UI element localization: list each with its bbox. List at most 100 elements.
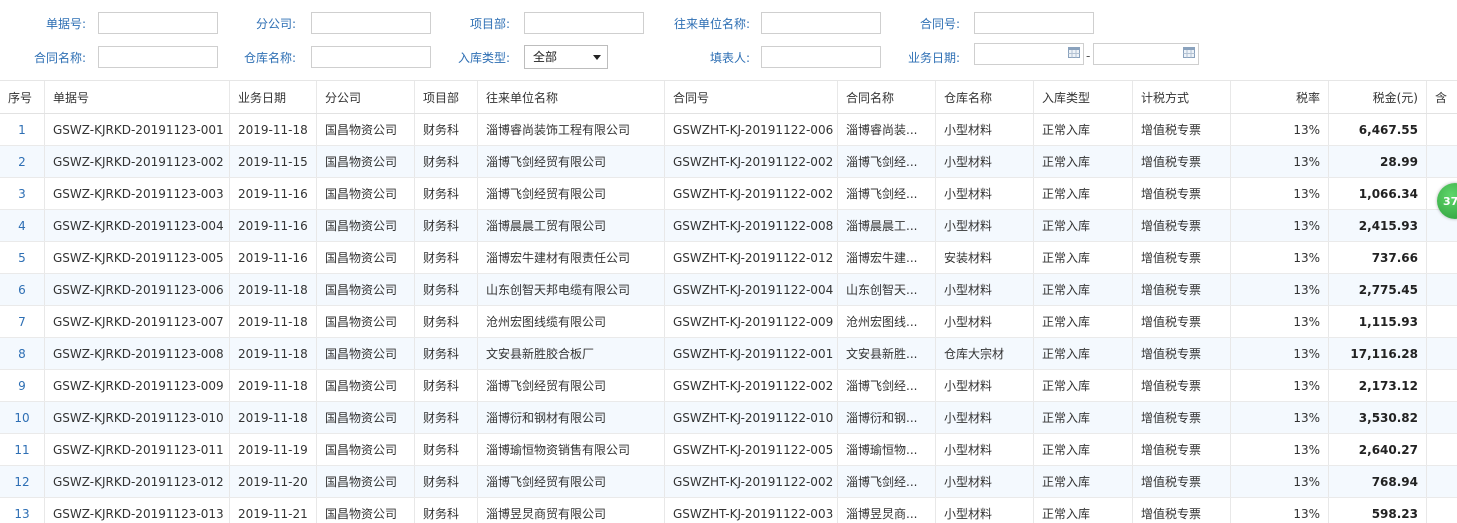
- cell-seq: 1: [0, 114, 45, 145]
- calendar-icon[interactable]: [1068, 47, 1080, 58]
- cell-biz-date: 2019-11-15: [230, 146, 317, 177]
- cell-seq: 11: [0, 434, 45, 465]
- cell-more: [1427, 338, 1457, 369]
- project-dept-input[interactable]: [524, 12, 644, 34]
- cell-tax-method: 增值税专票: [1133, 146, 1231, 177]
- table-row[interactable]: 1 GSWZ-KJRKD-20191123-001 2019-11-18 国昌物资公司…: [0, 114, 1457, 146]
- branch-input[interactable]: [311, 12, 431, 34]
- biz-date-label: 业务日期:: [907, 51, 960, 65]
- cell-warehouse: 小型材料: [936, 274, 1034, 305]
- cell-seq: 5: [0, 242, 45, 273]
- cell-tax-method: 增值税专票: [1133, 370, 1231, 401]
- cell-tax-method: 增值税专票: [1133, 178, 1231, 209]
- cell-warehouse: 小型材料: [936, 402, 1034, 433]
- cell-doc-no: GSWZ-KJRKD-20191123-003: [45, 178, 230, 209]
- cell-in-type: 正常入库: [1034, 306, 1133, 337]
- cell-biz-date: 2019-11-18: [230, 114, 317, 145]
- cell-biz-date: 2019-11-19: [230, 434, 317, 465]
- doc-no-input[interactable]: [98, 12, 218, 34]
- cell-warehouse: 仓库大宗材: [936, 338, 1034, 369]
- contract-no-input[interactable]: [974, 12, 1094, 34]
- col-header-in-type[interactable]: 入库类型: [1034, 81, 1133, 113]
- cell-in-type: 正常入库: [1034, 498, 1133, 523]
- cell-contract-name: 淄博飞剑经...: [838, 466, 936, 497]
- cell-more: [1427, 274, 1457, 305]
- cell-project-dept: 财务科: [415, 178, 478, 209]
- cell-biz-date: 2019-11-16: [230, 210, 317, 241]
- table-row[interactable]: 10 GSWZ-KJRKD-20191123-010 2019-11-18 国昌物资公…: [0, 402, 1457, 434]
- in-type-selected: 全部: [533, 50, 558, 64]
- cell-more: [1427, 466, 1457, 497]
- table-row[interactable]: 8 GSWZ-KJRKD-20191123-008 2019-11-18 国昌物资公司…: [0, 338, 1457, 370]
- cell-tax-method: 增值税专票: [1133, 274, 1231, 305]
- table-row[interactable]: 3 GSWZ-KJRKD-20191123-003 2019-11-16 国昌物资公司…: [0, 178, 1457, 210]
- biz-date-to[interactable]: [1093, 43, 1199, 65]
- col-header-warehouse[interactable]: 仓库名称: [936, 81, 1034, 113]
- col-header-contract-name[interactable]: 合同名称: [838, 81, 936, 113]
- table-row[interactable]: 12 GSWZ-KJRKD-20191123-012 2019-11-20 国昌物资公…: [0, 466, 1457, 498]
- cell-in-type: 正常入库: [1034, 178, 1133, 209]
- col-header-branch[interactable]: 分公司: [317, 81, 415, 113]
- cell-tax-rate: 13%: [1231, 338, 1329, 369]
- cell-project-dept: 财务科: [415, 306, 478, 337]
- col-header-tax-method[interactable]: 计税方式: [1133, 81, 1231, 113]
- cell-warehouse: 小型材料: [936, 434, 1034, 465]
- cell-doc-no: GSWZ-KJRKD-20191123-009: [45, 370, 230, 401]
- table-row[interactable]: 7 GSWZ-KJRKD-20191123-007 2019-11-18 国昌物资公司…: [0, 306, 1457, 338]
- cell-in-type: 正常入库: [1034, 114, 1133, 145]
- cell-biz-date: 2019-11-21: [230, 498, 317, 523]
- cell-partner: 淄博飞剑经贸有限公司: [478, 146, 665, 177]
- date-range-separator: -: [1086, 49, 1091, 63]
- cell-tax-rate: 13%: [1231, 178, 1329, 209]
- in-type-select[interactable]: 全部: [524, 45, 608, 69]
- row-seq-number: 6: [18, 282, 26, 297]
- col-header-tax-amount[interactable]: 税金(元): [1329, 81, 1427, 113]
- col-header-project-dept[interactable]: 项目部: [415, 81, 478, 113]
- cell-tax-amount: 737.66: [1329, 242, 1427, 273]
- col-header-biz-date[interactable]: 业务日期: [230, 81, 317, 113]
- table-row[interactable]: 5 GSWZ-KJRKD-20191123-005 2019-11-16 国昌物资公司…: [0, 242, 1457, 274]
- col-header-seq[interactable]: 序号: [0, 81, 45, 113]
- cell-in-type: 正常入库: [1034, 210, 1133, 241]
- cell-branch: 国昌物资公司: [317, 306, 415, 337]
- cell-partner: 淄博宏牛建材有限责任公司: [478, 242, 665, 273]
- table-row[interactable]: 2 GSWZ-KJRKD-20191123-002 2019-11-15 国昌物资公司…: [0, 146, 1457, 178]
- cell-tax-amount: 3,530.82: [1329, 402, 1427, 433]
- partner-input[interactable]: [761, 12, 881, 34]
- biz-date-from[interactable]: [974, 43, 1084, 65]
- table-row[interactable]: 11 GSWZ-KJRKD-20191123-011 2019-11-19 国昌物资公…: [0, 434, 1457, 466]
- contract-name-input[interactable]: [98, 46, 218, 68]
- col-header-contract-no[interactable]: 合同号: [665, 81, 838, 113]
- cell-in-type: 正常入库: [1034, 402, 1133, 433]
- cell-branch: 国昌物资公司: [317, 370, 415, 401]
- filler-input[interactable]: [761, 46, 881, 68]
- table-row[interactable]: 9 GSWZ-KJRKD-20191123-009 2019-11-18 国昌物资公司…: [0, 370, 1457, 402]
- cell-branch: 国昌物资公司: [317, 498, 415, 523]
- table-row[interactable]: 4 GSWZ-KJRKD-20191123-004 2019-11-16 国昌物资公司…: [0, 210, 1457, 242]
- calendar-icon[interactable]: [1183, 47, 1195, 58]
- cell-contract-no: GSWZHT-KJ-20191122-008: [665, 210, 838, 241]
- cell-branch: 国昌物资公司: [317, 402, 415, 433]
- cell-biz-date: 2019-11-18: [230, 338, 317, 369]
- table-row[interactable]: 6 GSWZ-KJRKD-20191123-006 2019-11-18 国昌物资公司…: [0, 274, 1457, 306]
- row-seq-number: 12: [14, 474, 30, 489]
- table-row[interactable]: 13 GSWZ-KJRKD-20191123-013 2019-11-21 国昌物资公…: [0, 498, 1457, 523]
- chevron-down-icon: [593, 55, 601, 60]
- col-header-more[interactable]: 含: [1427, 81, 1457, 113]
- row-seq-number: 11: [14, 442, 30, 457]
- filler-label: 填表人:: [709, 51, 750, 65]
- col-header-tax-rate[interactable]: 税率: [1231, 81, 1329, 113]
- cell-contract-no: GSWZHT-KJ-20191122-009: [665, 306, 838, 337]
- cell-partner: 淄博瑜恒物资销售有限公司: [478, 434, 665, 465]
- cell-seq: 2: [0, 146, 45, 177]
- cell-tax-rate: 13%: [1231, 466, 1329, 497]
- col-header-doc-no[interactable]: 单据号: [45, 81, 230, 113]
- row-seq-number: 10: [14, 410, 30, 425]
- cell-project-dept: 财务科: [415, 498, 478, 523]
- cell-in-type: 正常入库: [1034, 274, 1133, 305]
- cell-in-type: 正常入库: [1034, 434, 1133, 465]
- cell-biz-date: 2019-11-18: [230, 274, 317, 305]
- warehouse-input[interactable]: [311, 46, 431, 68]
- col-header-partner[interactable]: 往来单位名称: [478, 81, 665, 113]
- cell-project-dept: 财务科: [415, 466, 478, 497]
